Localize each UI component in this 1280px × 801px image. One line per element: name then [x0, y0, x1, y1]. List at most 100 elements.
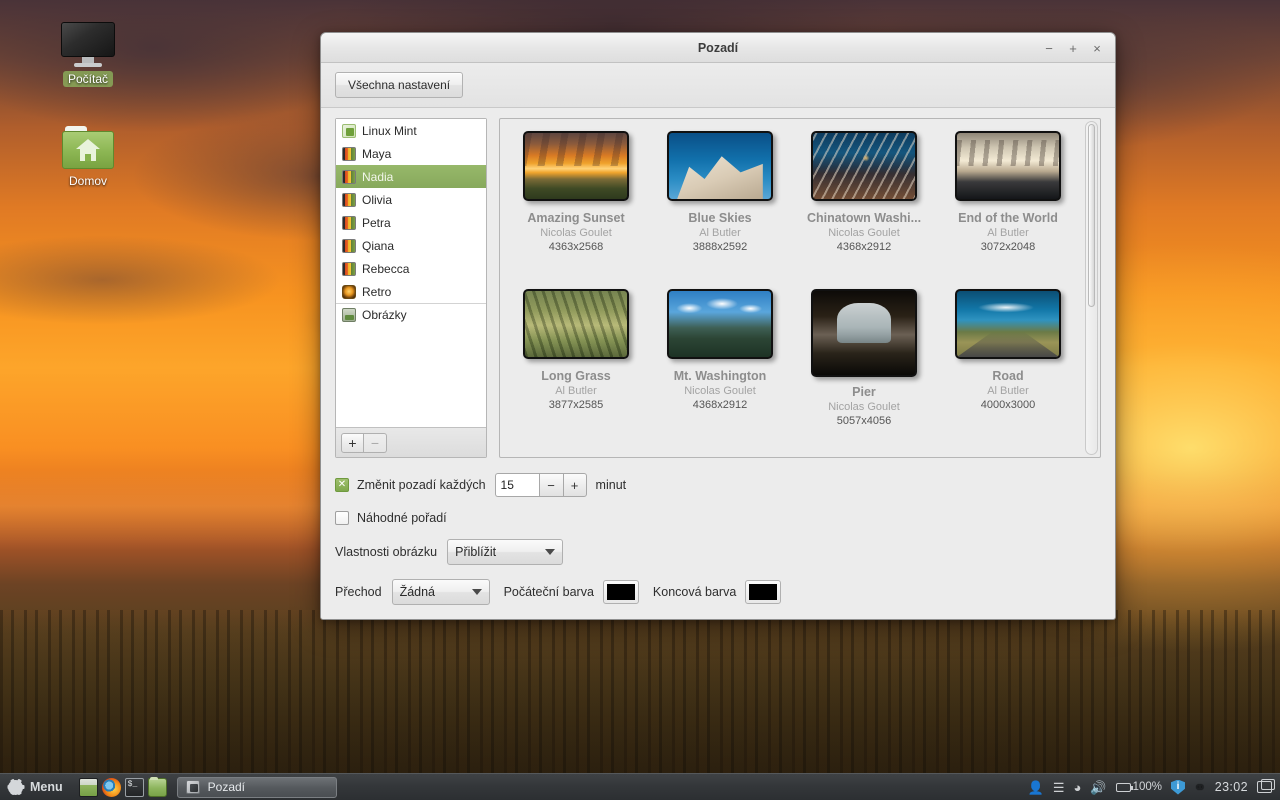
- wallpaper-thumbnail[interactable]: [667, 289, 773, 359]
- end-color-label: Koncová barva: [653, 585, 736, 599]
- wallpaper-item[interactable]: Long GrassAl Butler3877x2585: [504, 285, 648, 443]
- minimize-button[interactable]: −: [1039, 38, 1059, 58]
- workspace-switcher-icon[interactable]: [1257, 781, 1272, 793]
- wallpaper-author: Al Butler: [555, 385, 597, 397]
- volume-icon[interactable]: 🔊: [1090, 781, 1106, 794]
- wallpaper-name: Amazing Sunset: [527, 211, 624, 225]
- desktop-icon-home[interactable]: Domov: [40, 116, 136, 189]
- wallpaper-author: Nicolas Goulet: [684, 385, 756, 397]
- pictures-folder-icon: [342, 308, 356, 322]
- wallpaper-grid[interactable]: Amazing SunsetNicolas Goulet4363x2568Blu…: [500, 119, 1084, 457]
- update-shield-icon[interactable]: [1171, 780, 1185, 795]
- taskbar-window-button-pozadi[interactable]: Pozadí: [177, 777, 337, 798]
- mint-logo-icon: [342, 124, 356, 138]
- wallpaper-resolution: 3072x2048: [981, 241, 1035, 253]
- window-list: Pozadí: [173, 777, 1028, 798]
- wallpaper-item[interactable]: Mt. WashingtonNicolas Goulet4368x2912: [648, 285, 792, 443]
- system-tray: 👤 ☰ ◕ 🔊 100% ⚭ 23:02: [1028, 779, 1280, 796]
- interval-input[interactable]: [495, 473, 539, 497]
- show-desktop-icon[interactable]: [79, 778, 98, 797]
- sidebar-item-label: Nadia: [362, 170, 393, 184]
- bluetooth-icon[interactable]: ☰: [1053, 781, 1065, 794]
- menu-button[interactable]: Menu: [0, 774, 73, 801]
- wallpaper-category-sidebar: Linux MintMaya Nadia OliviaPetra Qiana Rebec…: [335, 118, 487, 458]
- end-color-button[interactable]: [745, 580, 781, 604]
- gear-icon: [8, 780, 23, 795]
- wifi-icon[interactable]: ◕: [1074, 781, 1082, 794]
- window-titlebar[interactable]: Pozadí − + ×: [321, 33, 1115, 63]
- start-color-button[interactable]: [603, 580, 639, 604]
- interval-decrement-button[interactable]: −: [539, 473, 563, 497]
- minutes-label: minut: [596, 478, 627, 492]
- wallpaper-item[interactable]: PierNicolas Goulet5057x4056: [792, 285, 936, 443]
- wallpaper-author: Al Butler: [987, 227, 1029, 239]
- gradient-select[interactable]: Žádná: [392, 579, 490, 605]
- wallpaper-thumbnail[interactable]: [955, 289, 1061, 359]
- sidebar-item-linux-mint[interactable]: Linux Mint: [336, 119, 486, 142]
- background-settings-window: Pozadí − + × Všechna nastavení Linux Min…: [320, 32, 1116, 620]
- wallpaper-pack-icon: [342, 262, 356, 276]
- picture-aspect-row: Vlastnosti obrázku Přiblížit: [335, 539, 1101, 565]
- app-swirl-icon[interactable]: ⚭: [1194, 779, 1206, 796]
- all-settings-button[interactable]: Všechna nastavení: [335, 72, 463, 98]
- chevron-down-icon: [472, 589, 482, 595]
- taskbar-window-label: Pozadí: [208, 780, 245, 794]
- desktop-icon-computer[interactable]: Počítač: [40, 14, 136, 87]
- category-list[interactable]: Linux MintMaya Nadia OliviaPetra Qiana Rebec…: [336, 119, 486, 427]
- picture-aspect-select[interactable]: Přiblížit: [447, 539, 563, 565]
- sidebar-item-nadia[interactable]: Nadia: [336, 165, 486, 188]
- user-icon[interactable]: 👤: [1028, 781, 1044, 794]
- wallpaper-thumbnail[interactable]: [811, 131, 917, 201]
- wallpaper-item[interactable]: Amazing SunsetNicolas Goulet4363x2568: [504, 127, 648, 285]
- wallpaper-thumbnail[interactable]: [667, 131, 773, 201]
- wallpaper-author: Nicolas Goulet: [828, 401, 900, 413]
- change-background-checkbox[interactable]: [335, 478, 349, 492]
- sidebar-item-rebecca[interactable]: Rebecca: [336, 257, 486, 280]
- sidebar-item-label: Qiana: [362, 239, 394, 253]
- interval-increment-button[interactable]: +: [563, 473, 587, 497]
- wallpaper-thumbnail[interactable]: [955, 131, 1061, 201]
- wallpaper-scrollbar-thumb[interactable]: [1088, 124, 1095, 307]
- terminal-icon[interactable]: [125, 778, 144, 797]
- wallpaper-name: Blue Skies: [688, 211, 751, 225]
- window-body: Linux MintMaya Nadia OliviaPetra Qiana Rebec…: [321, 108, 1115, 459]
- sidebar-item-qiana[interactable]: Qiana: [336, 234, 486, 257]
- firefox-icon[interactable]: [102, 778, 121, 797]
- sidebar-item-retro[interactable]: Retro: [336, 280, 486, 303]
- wallpaper-resolution: 3877x2585: [549, 399, 603, 411]
- wallpaper-item[interactable]: End of the WorldAl Butler3072x2048: [936, 127, 1080, 285]
- sidebar-item-petra[interactable]: Petra: [336, 211, 486, 234]
- wallpaper-name: Mt. Washington: [674, 369, 767, 383]
- taskbar: Menu Pozadí 👤 ☰ ◕ 🔊 100% ⚭ 23:02: [0, 773, 1280, 800]
- start-color-label: Počáteční barva: [504, 585, 594, 599]
- wallpaper-item[interactable]: Blue SkiesAl Butler3888x2592: [648, 127, 792, 285]
- picture-aspect-value: Přiblížit: [455, 545, 496, 559]
- sidebar-item-label: Obrázky: [362, 308, 407, 322]
- wallpaper-pack-icon: [342, 170, 356, 184]
- random-order-checkbox[interactable]: [335, 511, 349, 525]
- sidebar-item-olivia[interactable]: Olivia: [336, 188, 486, 211]
- maximize-button[interactable]: +: [1063, 38, 1083, 58]
- clock-label[interactable]: 23:02: [1215, 780, 1248, 794]
- sidebar-item-obrázky[interactable]: Obrázky: [336, 303, 486, 326]
- desktop-background: Počítač Domov Pozadí − + ×: [0, 0, 1280, 800]
- wallpaper-thumbnail[interactable]: [811, 289, 917, 377]
- wallpaper-thumbnail[interactable]: [523, 131, 629, 201]
- battery-indicator[interactable]: 100%: [1116, 781, 1162, 793]
- wallpaper-grid-panel: Amazing SunsetNicolas Goulet4363x2568Blu…: [499, 118, 1101, 458]
- wallpaper-thumbnail[interactable]: [523, 289, 629, 359]
- window-title: Pozadí: [321, 33, 1115, 63]
- random-order-row: Náhodné pořadí: [335, 511, 1101, 525]
- sidebar-item-maya[interactable]: Maya: [336, 142, 486, 165]
- close-button[interactable]: ×: [1087, 38, 1107, 58]
- file-manager-icon[interactable]: [148, 778, 167, 797]
- wallpaper-scrollbar[interactable]: [1085, 121, 1098, 455]
- wallpaper-name: Chinatown Washi...: [807, 211, 921, 225]
- battery-icon: [1116, 783, 1131, 792]
- wallpaper-resolution: 3888x2592: [693, 241, 747, 253]
- add-folder-button[interactable]: +: [341, 433, 364, 453]
- wallpaper-item[interactable]: RoadAl Butler4000x3000: [936, 285, 1080, 443]
- battery-percent-label: 100%: [1133, 781, 1162, 793]
- end-color-swatch: [749, 584, 777, 600]
- wallpaper-item[interactable]: Chinatown Washi...Nicolas Goulet4368x291…: [792, 127, 936, 285]
